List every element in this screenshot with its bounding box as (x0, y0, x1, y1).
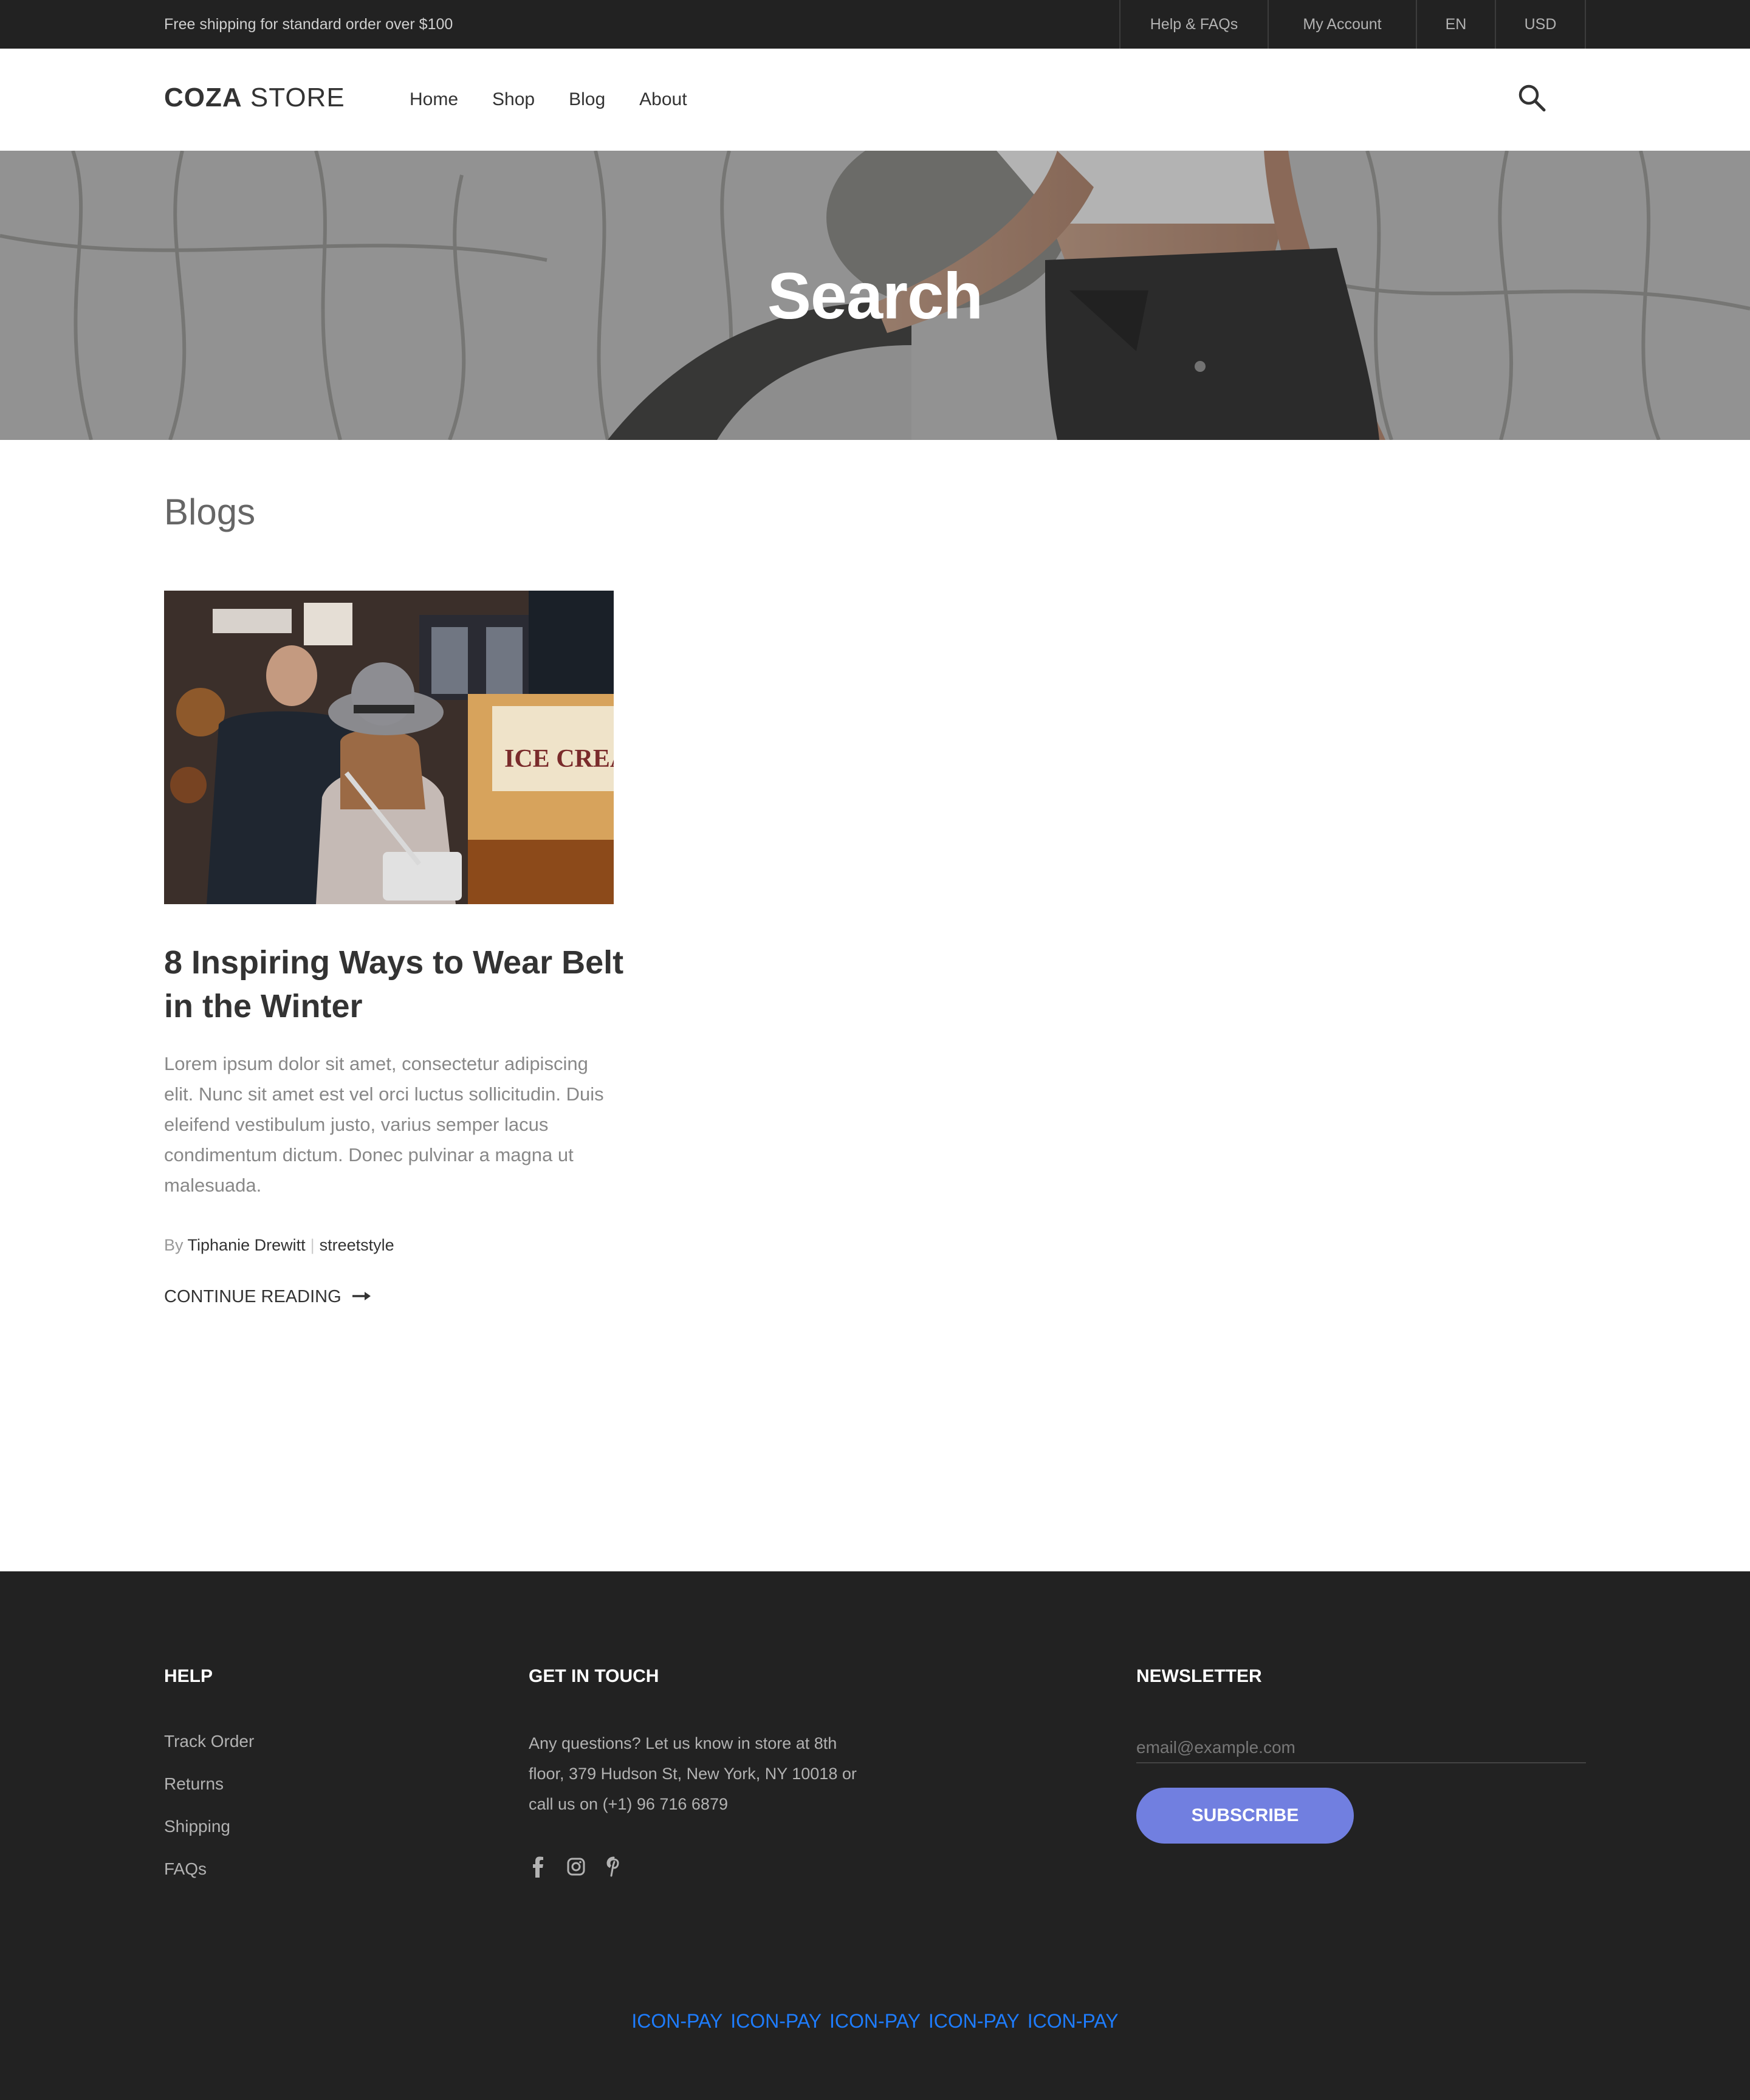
blog-post-title[interactable]: 8 Inspiring Ways to Wear Belt in the Win… (164, 941, 626, 1028)
help-faqs-link[interactable]: Help & FAQs (1119, 0, 1268, 49)
my-account-link[interactable]: My Account (1268, 0, 1416, 49)
blog-post-image[interactable]: ICE CREAM (164, 591, 614, 904)
payment-icon: ICON-PAY (631, 2010, 723, 2032)
meta-separator: | (310, 1236, 315, 1254)
blog-post-excerpt: Lorem ipsum dolor sit amet, consectetur … (164, 1053, 604, 1196)
search-icon[interactable] (1517, 83, 1548, 114)
tag-link[interactable]: streetstyle (320, 1236, 394, 1254)
main-nav: Home Shop Blog About (410, 49, 687, 151)
page-title: Search (767, 258, 983, 332)
payment-icon: ICON-PAY (730, 2010, 822, 2032)
contact-heading: GET IN TOUCH (529, 1666, 659, 1686)
nav-shop[interactable]: Shop (492, 89, 535, 110)
facebook-icon[interactable] (529, 1856, 548, 1878)
by-label: By (164, 1236, 184, 1254)
continue-reading-link[interactable]: CONTINUE READING (164, 1287, 372, 1307)
pinterest-icon[interactable] (604, 1856, 623, 1878)
svg-text:ICE CREAM: ICE CREAM (504, 745, 614, 773)
shipping-promo: Free shipping for standard order over $1… (164, 16, 453, 33)
payment-icon: ICON-PAY (928, 2010, 1020, 2032)
continue-reading-label: CONTINUE READING (164, 1287, 341, 1306)
newsletter-email-input[interactable] (1136, 1733, 1586, 1763)
payment-icons: ICON-PAY ICON-PAY ICON-PAY ICON-PAY ICON… (0, 2010, 1750, 2033)
arrow-right-icon (352, 1287, 372, 1307)
help-heading: HELP (164, 1666, 213, 1686)
top-links: Help & FAQs My Account EN USD (1119, 0, 1586, 49)
currency-selector[interactable]: USD (1495, 0, 1586, 49)
instagram-icon[interactable] (566, 1856, 586, 1878)
blog-post-meta: By Tiphanie Drewitt | streetstyle (164, 1236, 394, 1255)
returns-link[interactable]: Returns (164, 1774, 224, 1794)
author-link[interactable]: Tiphanie Drewitt (188, 1236, 306, 1254)
nav-home[interactable]: Home (410, 89, 458, 110)
track-order-link[interactable]: Track Order (164, 1732, 254, 1751)
logo-bold: COZA (164, 83, 242, 112)
payment-icon: ICON-PAY (829, 2010, 921, 2032)
nav-blog[interactable]: Blog (569, 89, 605, 110)
language-selector[interactable]: EN (1416, 0, 1495, 49)
social-links (529, 1856, 623, 1878)
payment-icon: ICON-PAY (1027, 2010, 1119, 2032)
nav-about[interactable]: About (639, 89, 687, 110)
section-title: Blogs (164, 492, 256, 532)
logo[interactable]: COZA STORE (164, 83, 345, 113)
main-header: COZA STORE Home Shop Blog About (0, 49, 1750, 151)
contact-text: Any questions? Let us know in store at 8… (529, 1734, 857, 1813)
logo-light: STORE (250, 83, 345, 112)
top-bar: Free shipping for standard order over $1… (0, 0, 1750, 49)
faqs-link[interactable]: FAQs (164, 1859, 207, 1879)
newsletter-heading: NEWSLETTER (1136, 1666, 1262, 1686)
shipping-link[interactable]: Shipping (164, 1817, 230, 1836)
hero-banner: Search (0, 151, 1750, 440)
subscribe-button[interactable]: SUBSCRIBE (1136, 1788, 1354, 1844)
